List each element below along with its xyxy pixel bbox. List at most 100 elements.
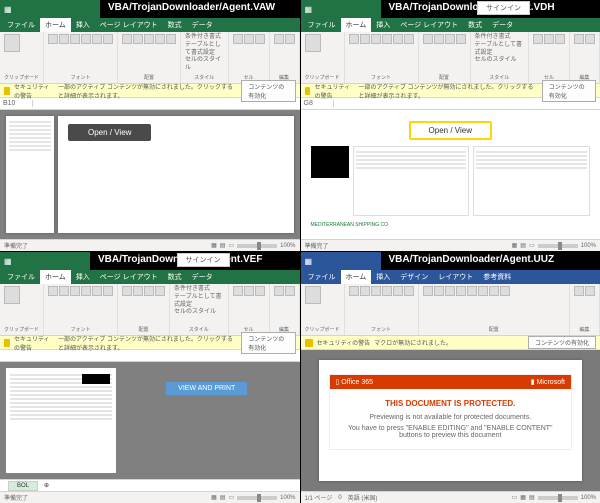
tab-insert[interactable]: 挿入 [371,18,395,32]
ribbon-styles: 条件付き書式 テーブルとして書式設定 セルのスタイル スタイル [471,32,529,83]
app-icon: ▦ [4,5,12,14]
signin-badge[interactable]: サインイン [477,1,530,15]
tab-home[interactable]: ホーム [341,18,372,32]
tab-file[interactable]: ファイル [303,270,341,284]
bold-icon[interactable] [48,34,58,44]
tab-layout[interactable]: レイアウト [433,270,478,284]
tab-formulas[interactable]: 数式 [463,18,487,32]
tab-file[interactable]: ファイル [2,18,40,32]
tab-references[interactable]: 参考資料 [478,270,516,284]
view-break-icon[interactable]: ▭ [228,494,234,501]
view-normal-icon[interactable]: ▦ [211,494,217,501]
signin-badge[interactable]: サインイン [177,253,230,267]
page-count[interactable]: 1/1 ページ [305,493,333,502]
status-bar: 1/1 ページ 0 英語 (米国) ▭ ▦ ▤ 100% [301,491,600,503]
tab-file[interactable]: ファイル [2,270,40,284]
tab-home[interactable]: ホーム [40,18,71,32]
zoom-level[interactable]: 100% [581,243,596,249]
sheet-tab-bol[interactable]: BOL [8,481,38,491]
table-fmt-item[interactable]: テーブルとして書式設定 [185,42,223,58]
window-excel-vef: サインイン VBA/TrojanDownloader/Agent.VEF ▦ —… [0,252,300,503]
tab-design[interactable]: デザイン [395,270,433,284]
security-warning: セキュリティの警告 マクロが無効にされました。 コンテンツの有効化 [301,336,600,350]
warning-label: セキュリティの警告 [314,82,354,100]
border-icon[interactable] [81,34,91,44]
warning-text: 一部のアクティブ コンテンツが無効にされました。クリックすると詳細が表示されます… [58,334,237,352]
paste-icon[interactable] [4,286,20,304]
tab-home[interactable]: ホーム [341,270,372,284]
add-sheet-icon[interactable]: ⊕ [44,482,49,489]
window-word-uuz: VBA/TrojanDownloader/Agent.UUZ ▦ — ☐ ✕ フ… [301,252,600,503]
doc-area[interactable]: ▯ Office 365 ▮ Microsoft THIS DOCUMENT I… [301,350,600,491]
menubar: ファイル ホーム 挿入 デザイン レイアウト 参考資料 [301,270,600,284]
menubar: ファイル ホーム 挿入 ページ レイアウト 数式 データ [301,18,600,32]
ribbon-clipboard: クリップボード [301,284,345,335]
view-break-icon[interactable]: ▭ [228,242,234,249]
zoom-slider[interactable] [538,496,578,500]
open-view-lure[interactable]: Open / View [68,122,151,141]
sum-icon[interactable] [274,34,284,44]
italic-icon[interactable] [59,34,69,44]
paste-icon[interactable] [4,34,20,52]
view-normal-icon[interactable]: ▦ [512,242,518,249]
view-print-lure[interactable]: VIEW AND PRINT [166,382,247,395]
cell-styles-item[interactable]: セルのスタイル [185,57,223,73]
tab-pagelayout[interactable]: ページ レイアウト [395,18,463,32]
paste-icon[interactable] [305,34,321,52]
sort-icon[interactable] [285,34,295,44]
lang-status[interactable]: 英語 (米国) [348,493,378,502]
sheet-main: Open / View [58,116,294,233]
tab-formulas[interactable]: 数式 [163,270,187,284]
align-center-icon[interactable] [133,34,143,44]
tab-insert[interactable]: 挿入 [71,18,95,32]
insert-cell-icon[interactable] [233,34,243,44]
tab-pagelayout[interactable]: ページ レイアウト [95,18,163,32]
zoom-level[interactable]: 100% [581,495,596,501]
sheet-area[interactable]: Open / View [0,110,300,239]
wrap-icon[interactable] [155,34,165,44]
fill-icon[interactable] [92,34,102,44]
fontcolor-icon[interactable] [103,34,113,44]
cell-ref[interactable]: B10 [3,100,33,107]
view-normal-icon[interactable]: ▦ [211,242,217,249]
sheet-area[interactable]: Open / View MEDITERRANEAN SHIPPING CO. [301,110,600,239]
paste-icon[interactable] [305,286,321,304]
zoom-slider[interactable] [237,496,277,500]
warning-label: セキュリティの警告 [14,334,54,352]
delete-cell-icon[interactable] [244,34,254,44]
cell-ref[interactable]: G8 [304,100,334,107]
word-count[interactable]: 0 [338,495,341,501]
zoom-slider[interactable] [538,244,578,248]
format-cell-icon[interactable] [255,34,265,44]
tab-insert[interactable]: 挿入 [71,270,95,284]
enable-content-button[interactable]: コンテンツの有効化 [528,336,596,349]
view-break-icon[interactable]: ▭ [529,242,535,249]
ribbon-clipboard: クリップボード [301,32,345,83]
view-layout-icon[interactable]: ▤ [520,242,526,249]
security-warning: セキュリティの警告 一部のアクティブ コンテンツが無効にされました。クリックする… [301,84,600,98]
zoom-slider[interactable] [237,244,277,248]
view-read-icon[interactable]: ▭ [512,494,518,501]
tab-home[interactable]: ホーム [40,270,71,284]
tab-file[interactable]: ファイル [303,18,341,32]
zoom-level[interactable]: 100% [280,243,295,249]
view-print-icon[interactable]: ▦ [520,494,526,501]
tab-pagelayout[interactable]: ページ レイアウト [95,270,163,284]
ribbon: クリップボード フォント 配置 編集 [301,284,600,336]
overlay-label: VBA/TrojanDownloader/Agent.UUZ [381,252,600,270]
align-right-icon[interactable] [144,34,154,44]
merge-icon[interactable] [166,34,176,44]
underline-icon[interactable] [70,34,80,44]
align-left-icon[interactable] [122,34,132,44]
tab-data[interactable]: データ [487,18,518,32]
tab-data[interactable]: データ [187,18,218,32]
view-web-icon[interactable]: ▤ [529,494,535,501]
zoom-level[interactable]: 100% [280,495,295,501]
tab-data[interactable]: データ [187,270,218,284]
cond-fmt-item[interactable]: 条件付き書式 [185,34,223,42]
tab-insert[interactable]: 挿入 [371,270,395,284]
sheet-area[interactable]: VIEW AND PRINT [0,362,300,479]
view-layout-icon[interactable]: ▤ [220,242,226,249]
view-layout-icon[interactable]: ▤ [220,494,226,501]
tab-formulas[interactable]: 数式 [163,18,187,32]
